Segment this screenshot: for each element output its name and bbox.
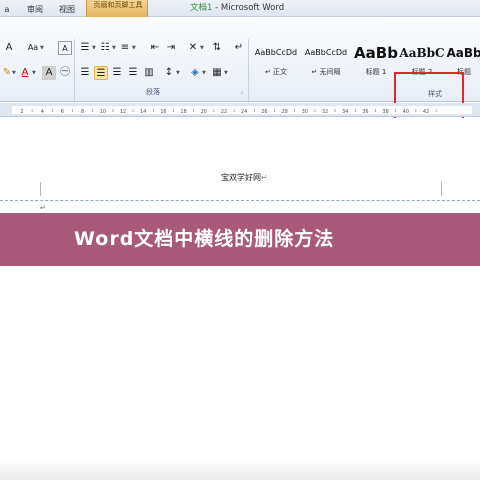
chevron-down-icon[interactable]: ▼ — [32, 66, 36, 80]
paragraph-mark-icon: ↵ — [40, 204, 46, 212]
tab-partial[interactable]: a — [0, 2, 14, 17]
ruler-label: 36 — [362, 109, 368, 115]
borders-icon[interactable]: ▦ — [210, 66, 224, 80]
style-sample: AaBbCcDd — [304, 48, 348, 57]
ruler-label: 22 — [221, 109, 227, 115]
style-tile-no-spacing[interactable]: AaBbCcDd ↵ 无间隔 — [302, 40, 350, 84]
style-sample: AaBbCcDd — [254, 48, 298, 57]
clear-format-icon[interactable]: A — [58, 41, 72, 55]
ruler-label: 40 — [403, 109, 409, 115]
ruler-label: 20 — [201, 109, 207, 115]
chevron-down-icon[interactable]: ▼ — [132, 41, 136, 55]
ruler-label: 14 — [140, 109, 146, 115]
contextual-group-label: 页眉和页脚工具 — [93, 1, 143, 9]
header-text[interactable]: 宝双学好网↵ — [221, 172, 268, 184]
dialog-launcher-icon[interactable]: ⌟ — [240, 88, 243, 96]
font-size-grow-icon[interactable]: A — [2, 41, 16, 55]
bullets-icon[interactable]: ☰ — [78, 41, 92, 55]
shading-icon[interactable]: ◈ — [188, 66, 202, 80]
align-left-icon[interactable]: ☰ — [78, 66, 92, 80]
numbering-icon[interactable]: ☷ — [98, 41, 112, 55]
enclose-char-icon[interactable]: ㊀ — [58, 66, 72, 80]
tab-review[interactable]: 审阅 — [24, 2, 46, 17]
app-name: - Microsoft Word — [212, 3, 285, 13]
justify-icon[interactable]: ☰ — [126, 66, 140, 80]
chevron-down-icon[interactable]: ▼ — [176, 66, 180, 80]
ruler-label: 30 — [302, 109, 308, 115]
style-name: ↵ 无间隔 — [311, 68, 341, 76]
title-bar: a 审阅 视图 页眉和页脚工具 文档1 - Microsoft Word — [0, 0, 480, 17]
char-shading-icon[interactable]: A — [42, 66, 56, 80]
style-tile-heading1[interactable]: AaBb 标题 1 — [352, 40, 400, 84]
title-banner: Word文档中横线的删除方法 — [0, 213, 480, 266]
chevron-down-icon[interactable]: ▼ — [200, 41, 204, 55]
banner-title: Word文档中横线的删除方法 — [74, 228, 335, 250]
chevron-down-icon[interactable]: ▼ — [12, 66, 16, 80]
distributed-icon[interactable]: ▥ — [142, 66, 156, 80]
font-color-icon[interactable]: A — [18, 66, 32, 80]
chevron-down-icon[interactable]: ▼ — [202, 66, 206, 80]
sort-icon[interactable]: ⇅ — [210, 41, 224, 55]
bottom-shadow — [0, 458, 480, 480]
show-marks-icon[interactable]: ↵ — [232, 41, 246, 55]
ruler-label: 32 — [322, 109, 328, 115]
chevron-down-icon[interactable]: ▼ — [40, 41, 44, 55]
ruler-label: 26 — [261, 109, 267, 115]
style-name: ↵ 正文 — [264, 68, 288, 76]
multilevel-list-icon[interactable]: ≡ — [118, 41, 132, 55]
window-title: 文档1 - Microsoft Word — [190, 1, 284, 15]
style-sample: AaBb — [354, 44, 398, 62]
ruler-label: 24 — [241, 109, 247, 115]
style-tile-normal[interactable]: AaBbCcDd ↵ 正文 — [252, 40, 300, 84]
ruler-label: 34 — [342, 109, 348, 115]
ruler-label: 8 — [81, 109, 84, 115]
style-name: 标题 1 — [365, 68, 387, 76]
ruler-label: 10 — [100, 109, 106, 115]
margin-corner-right — [441, 182, 442, 196]
document-name: 文档1 — [190, 3, 213, 13]
tab-view[interactable]: 视图 — [56, 2, 78, 17]
style-sample: AaBb — [446, 46, 480, 60]
ruler-label: 4 — [41, 109, 44, 115]
ruler-ticks: 2 4 6 8 10 12 14 16 18 20 22 24 26 28 30 32 34 36 38 40 42 — [20, 109, 437, 115]
ruler-label: 18 — [180, 109, 186, 115]
style-sample: AaBbC — [399, 46, 445, 60]
chinese-layout-icon[interactable]: ✕ — [186, 41, 200, 55]
chevron-down-icon[interactable]: ▼ — [112, 41, 116, 55]
header-separator-line — [0, 200, 480, 201]
document-page[interactable]: 宝双学好网↵ ↵ — [0, 118, 480, 480]
ruler-label: 42 — [423, 109, 429, 115]
ruler-label: 6 — [61, 109, 64, 115]
ruler-label: 2 — [20, 109, 23, 115]
paragraph-group-label: 段落 — [146, 88, 160, 96]
ruler-label: 16 — [160, 109, 166, 115]
header-content: 宝双学好网 — [221, 173, 261, 182]
header-footer-tools-group: 页眉和页脚工具 — [86, 0, 148, 17]
chevron-down-icon[interactable]: ▼ — [224, 66, 228, 80]
change-case-icon[interactable]: Aa — [26, 41, 40, 55]
ruler-label: 38 — [382, 109, 388, 115]
increase-indent-icon[interactable]: ⇥ — [164, 41, 178, 55]
line-spacing-icon[interactable]: ↕ — [162, 66, 176, 80]
align-center-icon[interactable]: ☰ — [94, 66, 108, 80]
chevron-down-icon[interactable]: ▼ — [92, 41, 96, 55]
decrease-indent-icon[interactable]: ⇤ — [148, 41, 162, 55]
ruler-label: 28 — [281, 109, 287, 115]
margin-corner-left — [40, 182, 41, 196]
align-right-icon[interactable]: ☰ — [110, 66, 124, 80]
horizontal-ruler[interactable]: 2 4 6 8 10 12 14 16 18 20 22 24 26 28 30 32 34 36 38 40 42 — [0, 103, 480, 117]
ruler-label: 12 — [120, 109, 126, 115]
paragraph-mark-icon: ↵ — [261, 173, 268, 182]
